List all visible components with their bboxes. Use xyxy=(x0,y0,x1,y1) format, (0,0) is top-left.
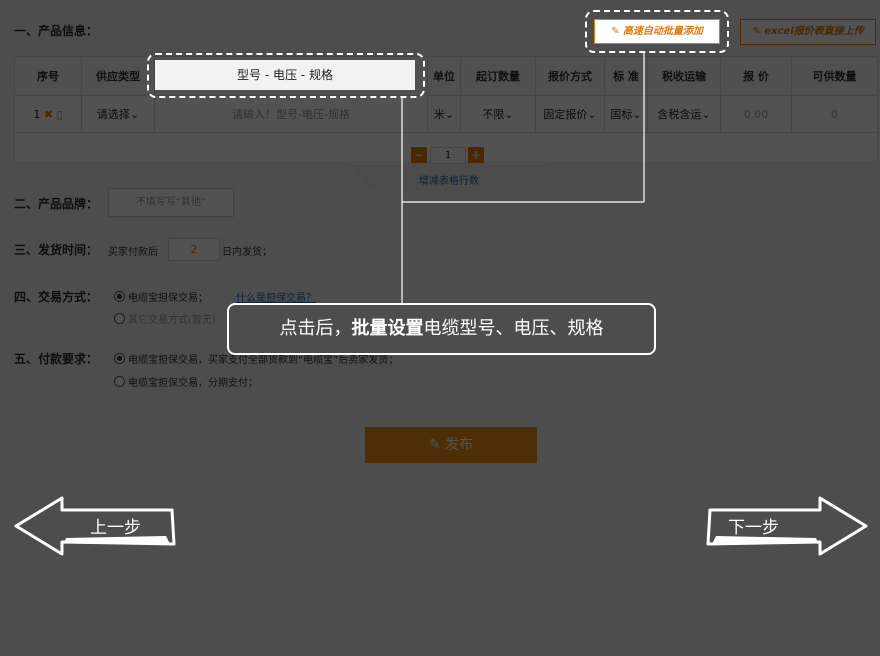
prev-step-label: 上一步 xyxy=(90,518,141,538)
tutorial-callout: 点击后，批量设置电缆型号、电压、规格 xyxy=(227,303,656,355)
next-step-label: 下一步 xyxy=(728,518,779,538)
